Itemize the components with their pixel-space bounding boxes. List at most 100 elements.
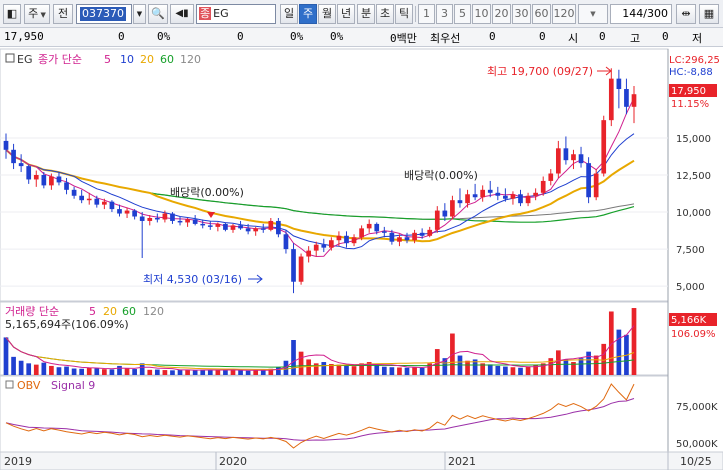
stock-code-input[interactable]: 037370 bbox=[76, 4, 132, 24]
candle-body bbox=[230, 225, 236, 230]
legend-ma120: 120 bbox=[180, 53, 201, 66]
interval-20[interactable]: 20 bbox=[492, 4, 511, 24]
candle-body bbox=[170, 213, 175, 221]
candle-body bbox=[366, 223, 372, 229]
candle-body bbox=[11, 149, 16, 164]
chart-type-select[interactable]: 주 ▼ bbox=[24, 4, 50, 24]
turnover-percent: 0% bbox=[330, 30, 344, 43]
volume-value: 0 bbox=[237, 30, 244, 43]
candle-body bbox=[18, 163, 24, 167]
tab-tick[interactable]: 틱 bbox=[395, 4, 413, 24]
layout-toggle-icon[interactable]: ◧ bbox=[3, 4, 21, 24]
candle-body bbox=[185, 219, 190, 223]
volume-bar bbox=[291, 340, 296, 375]
candle-body bbox=[291, 249, 296, 282]
fit-screen-icon[interactable]: ⇹ bbox=[676, 4, 696, 24]
volume-bar bbox=[230, 369, 236, 375]
speaker-icon[interactable]: ◀▮ bbox=[170, 4, 194, 24]
volume-bar bbox=[404, 367, 410, 375]
volume-bar bbox=[298, 351, 304, 375]
grid-icon[interactable]: ▦ bbox=[699, 4, 719, 24]
volume-bar bbox=[170, 370, 175, 375]
candle-body bbox=[192, 219, 198, 224]
volume-bar bbox=[419, 368, 425, 375]
stock-name-field[interactable]: 종 EG bbox=[196, 4, 276, 24]
volume-bar bbox=[563, 359, 569, 375]
tab-second[interactable]: 초 bbox=[376, 4, 394, 24]
tab-year[interactable]: 년 bbox=[337, 4, 355, 24]
candle-body bbox=[495, 192, 501, 196]
dividend-annotation-1: 배당락(0.00%) bbox=[170, 186, 244, 199]
interval-30[interactable]: 30 bbox=[512, 4, 531, 24]
interval-1[interactable]: 1 bbox=[418, 4, 435, 24]
price-tick-label: 10,000 bbox=[676, 208, 711, 219]
candle-body bbox=[200, 223, 206, 226]
candle-body bbox=[49, 176, 54, 186]
candle-body bbox=[450, 200, 455, 217]
last-volume: 5,166K bbox=[671, 315, 707, 326]
candle-body bbox=[412, 232, 417, 241]
low-annotation: 최저 4,530 (03/16) bbox=[143, 273, 242, 286]
candle-body bbox=[283, 234, 289, 250]
candle-body bbox=[117, 209, 122, 214]
interval-120[interactable]: 120 bbox=[552, 4, 576, 24]
volume-bar bbox=[306, 359, 311, 375]
candle-body bbox=[56, 176, 62, 183]
legend-vol-ma5: 5 bbox=[89, 305, 96, 318]
interval-3[interactable]: 3 bbox=[436, 4, 453, 24]
candle-body bbox=[578, 154, 584, 164]
interval-10[interactable]: 10 bbox=[472, 4, 491, 24]
volume-bar bbox=[124, 368, 130, 375]
tab-day[interactable]: 일 bbox=[280, 4, 298, 24]
legend-ma20: 20 bbox=[140, 53, 154, 66]
candle-body bbox=[223, 223, 228, 230]
tab-month[interactable]: 월 bbox=[318, 4, 336, 24]
candle-body bbox=[321, 244, 327, 248]
legend-vol-ma20: 20 bbox=[103, 305, 117, 318]
dividend-annotation-2: 배당락(0.00%) bbox=[404, 169, 478, 182]
candle-body bbox=[313, 244, 319, 251]
candle-body bbox=[276, 220, 281, 235]
volume-bar bbox=[616, 329, 622, 375]
candle-body bbox=[71, 189, 77, 196]
candle-body bbox=[207, 225, 213, 227]
prev-button[interactable]: 전 bbox=[53, 4, 73, 24]
change-value: 0 bbox=[118, 30, 125, 43]
tab-week[interactable]: 주 bbox=[299, 4, 317, 24]
code-dropdown-icon[interactable]: ▼ bbox=[133, 4, 146, 24]
volume-bar bbox=[177, 369, 183, 375]
candle-body bbox=[480, 189, 486, 198]
candle-body bbox=[389, 232, 395, 242]
interval-60[interactable]: 60 bbox=[532, 4, 551, 24]
volume-bar bbox=[109, 369, 115, 375]
legend-price-label: 종가 단순 bbox=[38, 53, 82, 66]
candle-body bbox=[381, 231, 387, 233]
legend-signal: Signal 9 bbox=[51, 379, 95, 392]
candle-body bbox=[518, 194, 523, 204]
bar-count-field[interactable]: 144/300 bbox=[610, 4, 672, 24]
stock-chart[interactable]: 15,00012,50010,0007,5005,000 EG 종가 단순 5 … bbox=[0, 48, 723, 470]
volume-info: 5,165,694주(106.09%) bbox=[5, 318, 129, 331]
candle-body bbox=[298, 256, 304, 282]
interval-dropdown-icon[interactable]: ▼ bbox=[578, 4, 608, 24]
price-tick-label: 5,000 bbox=[676, 282, 705, 293]
volume-bar bbox=[41, 362, 47, 375]
best-ask: 0 bbox=[489, 30, 496, 43]
x-label-last-date: 10/25 bbox=[680, 455, 712, 468]
volume-bar bbox=[94, 368, 100, 375]
volume-bar bbox=[64, 366, 69, 375]
candle-body bbox=[525, 195, 531, 204]
x-label-2020: 2020 bbox=[219, 455, 247, 468]
candle-body bbox=[540, 180, 546, 193]
high-annotation: 최고 19,700 (09/27) bbox=[487, 65, 593, 78]
candle-body bbox=[608, 78, 614, 121]
volume-bar bbox=[3, 337, 9, 375]
volume-bar bbox=[253, 370, 259, 375]
search-icon[interactable]: 🔍 bbox=[148, 4, 168, 24]
candle-body bbox=[397, 237, 402, 242]
candle-body bbox=[41, 175, 47, 186]
tab-minute[interactable]: 분 bbox=[357, 4, 375, 24]
last-volume-percent: 106.09% bbox=[671, 329, 716, 340]
interval-5[interactable]: 5 bbox=[454, 4, 471, 24]
candle-body bbox=[132, 210, 137, 217]
